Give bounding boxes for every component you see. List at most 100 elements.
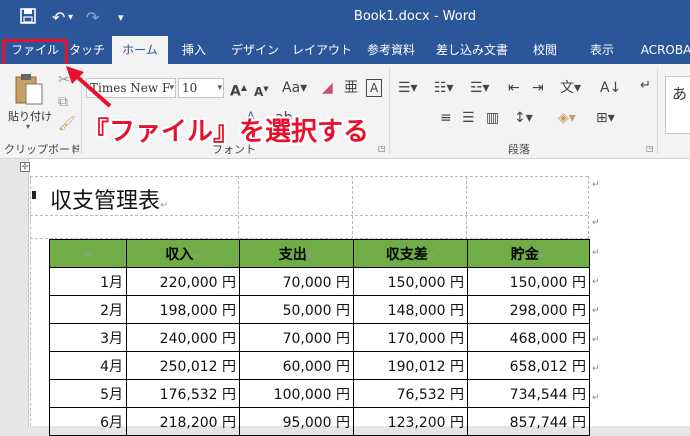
layout-gridline xyxy=(30,176,31,426)
sort-icon[interactable]: A↓ xyxy=(600,80,621,96)
tab-acrobat[interactable]: ACROBA xyxy=(636,36,690,64)
table-cell[interactable]: 198,000 円 xyxy=(126,295,240,324)
table-row: 3月 240,000 円 70,000 円 170,000 円 468,000 … xyxy=(49,323,590,352)
shrink-font-icon[interactable]: A▼ xyxy=(254,81,269,100)
table-move-handle-icon[interactable]: ✢ xyxy=(20,162,30,172)
table-cell[interactable]: 4月 xyxy=(49,351,127,380)
table-cell[interactable]: 70,000 円 xyxy=(239,267,354,296)
header-cell-income[interactable]: 収入↵ xyxy=(126,239,240,268)
table-cell[interactable]: 658,012 円 xyxy=(467,351,590,380)
table-cell[interactable]: 220,000 円 xyxy=(126,267,240,296)
grow-font-icon[interactable]: A▲ xyxy=(230,80,247,100)
tab-insert[interactable]: 挿入 xyxy=(172,36,216,64)
table-cell[interactable]: 95,000 円 xyxy=(239,407,354,436)
increase-indent-icon[interactable]: ⇥ xyxy=(532,80,544,96)
header-cell-savings[interactable]: 貯金↵ xyxy=(467,239,590,268)
table-cell[interactable]: 6月 xyxy=(49,407,127,436)
pointer-arrow-icon xyxy=(66,66,112,108)
font-size-combo[interactable]: 10 ▾ xyxy=(178,78,224,98)
end-of-row-mark: ↵ xyxy=(592,364,600,374)
style-preview[interactable]: あ xyxy=(665,76,690,134)
table-cell[interactable]: 76,532 円 xyxy=(353,379,468,408)
layout-gridline xyxy=(352,176,353,239)
line-spacing-icon[interactable]: ↕▾ xyxy=(514,110,533,126)
justify-icon[interactable]: ☰ xyxy=(462,110,475,126)
chevron-down-icon: ▾ xyxy=(217,83,222,93)
decrease-indent-icon[interactable]: ⇤ xyxy=(508,80,520,96)
table-cell[interactable]: 50,000 円 xyxy=(239,295,354,324)
table-cell[interactable]: 240,000 円 xyxy=(126,323,240,352)
font-launcher-icon[interactable]: ◳ xyxy=(378,144,386,153)
group-divider xyxy=(657,68,658,154)
table-cell[interactable]: 298,000 円 xyxy=(467,295,590,324)
layout-gridline xyxy=(466,176,467,239)
text-direction-icon[interactable]: 文▾ xyxy=(560,80,581,96)
end-of-row-mark: ↵ xyxy=(592,306,600,316)
tab-references[interactable]: 参考資料 xyxy=(360,36,422,64)
layout-gridline xyxy=(238,176,239,239)
table-cell[interactable]: 734,544 円 xyxy=(467,379,590,408)
window-title: Book1.docx - Word xyxy=(353,9,477,24)
chevron-down-icon: ▾ xyxy=(169,83,174,93)
table-row: 4月 250,012 円 60,000 円 190,012 円 658,012 … xyxy=(49,351,590,380)
tab-mailings[interactable]: 差し込み文書 xyxy=(428,36,516,64)
end-of-row-mark: ↵ xyxy=(592,180,600,190)
tab-layout[interactable]: レイアウト xyxy=(290,36,354,64)
table-cell[interactable]: 170,000 円 xyxy=(353,323,468,352)
end-of-row-mark: ↵ xyxy=(592,335,600,345)
table-cell[interactable]: 150,000 円 xyxy=(353,267,468,296)
table-row: 6月 218,200 円 95,000 円 123,200 円 857,744 … xyxy=(49,407,590,436)
table-row: 2月 198,000 円 50,000 円 148,000 円 298,000 … xyxy=(49,295,590,324)
table-cell[interactable]: 2月 xyxy=(49,295,127,324)
show-marks-icon[interactable]: ↵ xyxy=(640,78,651,94)
paste-dropdown-icon[interactable]: ▾ xyxy=(26,122,30,131)
multilevel-list-icon[interactable]: ☲▾ xyxy=(470,80,490,96)
cell-mark: ↵ xyxy=(193,251,201,262)
table-cell[interactable]: 218,200 円 xyxy=(126,407,240,436)
header-cell-expense[interactable]: 支出↵ xyxy=(239,239,354,268)
tab-touch[interactable]: タッチ xyxy=(66,36,108,64)
format-painter-icon[interactable]: 🖌 xyxy=(58,116,76,132)
table-cell[interactable]: 176,532 円 xyxy=(126,379,240,408)
distributed-icon[interactable]: ▥ xyxy=(486,110,499,126)
header-cell-balance[interactable]: 収支差↵ xyxy=(353,239,468,268)
align-right-icon[interactable]: ≡ xyxy=(440,110,452,126)
numbering-icon[interactable]: ☷▾ xyxy=(434,80,454,96)
table-cell[interactable]: 70,000 円 xyxy=(239,323,354,352)
layout-gridline xyxy=(588,176,589,239)
shading-icon[interactable]: ◈▾ xyxy=(558,110,576,126)
style-preview-text: あ xyxy=(672,85,688,103)
paragraph-launcher-icon[interactable]: ◳ xyxy=(646,144,654,153)
table-row: 1月 220,000 円 70,000 円 150,000 円 150,000 … xyxy=(49,267,590,296)
table-cell[interactable]: 1月 xyxy=(49,267,127,296)
selection-marker xyxy=(32,191,36,199)
clear-formatting-icon[interactable]: ◢ xyxy=(322,80,333,96)
table-cell[interactable]: 250,012 円 xyxy=(126,351,240,380)
tab-design[interactable]: デザイン xyxy=(222,36,288,64)
tab-home[interactable]: ホーム xyxy=(112,36,168,64)
paste-button[interactable]: 貼り付け ▾ xyxy=(6,68,52,131)
layout-gridline xyxy=(30,176,588,177)
end-of-row-mark: ↵ xyxy=(592,393,600,403)
table-cell[interactable]: 3月 xyxy=(49,323,127,352)
clipboard-launcher-icon[interactable]: ◳ xyxy=(72,144,80,153)
table-cell[interactable]: 60,000 円 xyxy=(239,351,354,380)
table-cell[interactable]: 190,012 円 xyxy=(353,351,468,380)
table-cell[interactable]: 100,000 円 xyxy=(239,379,354,408)
bullets-icon[interactable]: ☰▾ xyxy=(398,80,418,96)
table-cell[interactable]: 150,000 円 xyxy=(467,267,590,296)
change-case-icon[interactable]: Aa▾ xyxy=(282,80,307,96)
borders-icon[interactable]: ⊞▾ xyxy=(596,110,615,126)
tab-view[interactable]: 表示 xyxy=(576,36,628,64)
phonetic-guide-icon[interactable]: 亜 xyxy=(344,80,358,96)
table-row: 5月 176,532 円 100,000 円 76,532 円 734,544 … xyxy=(49,379,590,408)
table-cell[interactable]: 5月 xyxy=(49,379,127,408)
header-cell-month[interactable]: ↵ xyxy=(49,239,127,268)
character-border-icon[interactable]: A xyxy=(366,79,383,97)
paragraph-group-label: 段落 xyxy=(508,143,530,156)
table-cell[interactable]: 148,000 円 xyxy=(353,295,468,324)
tab-review[interactable]: 校閲 xyxy=(522,36,568,64)
table-cell[interactable]: 123,200 円 xyxy=(353,407,468,436)
table-cell[interactable]: 468,000 円 xyxy=(467,323,590,352)
table-cell[interactable]: 857,744 円 xyxy=(467,407,590,436)
